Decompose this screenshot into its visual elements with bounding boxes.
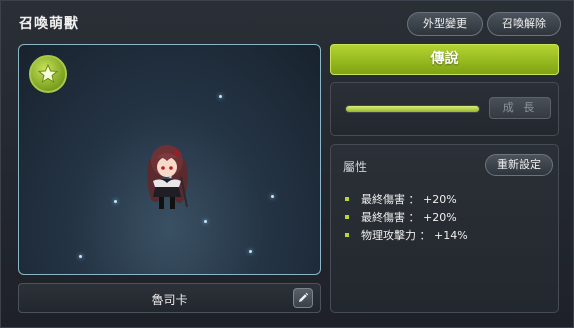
change-appearance-button[interactable]: 外型變更	[407, 12, 483, 36]
attribute-text: 最終傷害 ： +20%	[361, 211, 457, 224]
sparkle	[249, 250, 252, 253]
sparkle	[219, 95, 222, 98]
bullet-icon	[345, 215, 349, 219]
reset-attributes-button[interactable]: 重新設定	[485, 154, 553, 176]
attribute-list: 最終傷害 ： +20% 最終傷害 ： +20% 物理攻擊力 ： +14%	[343, 190, 468, 244]
sparkle	[271, 195, 274, 198]
attributes-panel: 屬性 重新設定 最終傷害 ： +20% 最終傷害 ： +20% 物理攻擊力 ： …	[330, 144, 559, 313]
star-icon	[29, 55, 67, 93]
attributes-title: 屬性	[343, 160, 368, 174]
pencil-icon[interactable]	[293, 288, 313, 308]
growth-progress-fill	[346, 106, 479, 112]
sparkle	[204, 220, 207, 223]
summon-pet-window: 召喚萌獸 外型變更 召喚解除 魯司卡 傳說 成 長 屬性 重新設定 最終傷害 ：…	[0, 0, 574, 328]
sparkle	[79, 255, 82, 258]
list-item: 最終傷害 ： +20%	[343, 190, 468, 208]
attribute-text: 物理攻擊力 ： +14%	[361, 229, 468, 242]
list-item: 物理攻擊力 ： +14%	[343, 226, 468, 244]
rank-legend-button[interactable]: 傳說	[330, 44, 559, 75]
attribute-text: 最終傷害 ： +20%	[361, 193, 457, 206]
pet-name: 魯司卡	[151, 293, 188, 307]
pet-name-bar: 魯司卡	[18, 283, 321, 313]
bullet-icon	[345, 197, 349, 201]
window-title: 召喚萌獸	[19, 16, 79, 32]
growth-panel: 成 長	[330, 82, 559, 136]
list-item: 最終傷害 ： +20%	[343, 208, 468, 226]
bullet-icon	[345, 233, 349, 237]
unsummon-button[interactable]: 召喚解除	[487, 12, 561, 36]
sparkle	[114, 200, 117, 203]
pet-character-sprite	[147, 145, 188, 209]
growth-button[interactable]: 成 長	[489, 97, 551, 119]
pet-preview-panel	[18, 44, 321, 275]
growth-progress-bar	[345, 105, 480, 113]
